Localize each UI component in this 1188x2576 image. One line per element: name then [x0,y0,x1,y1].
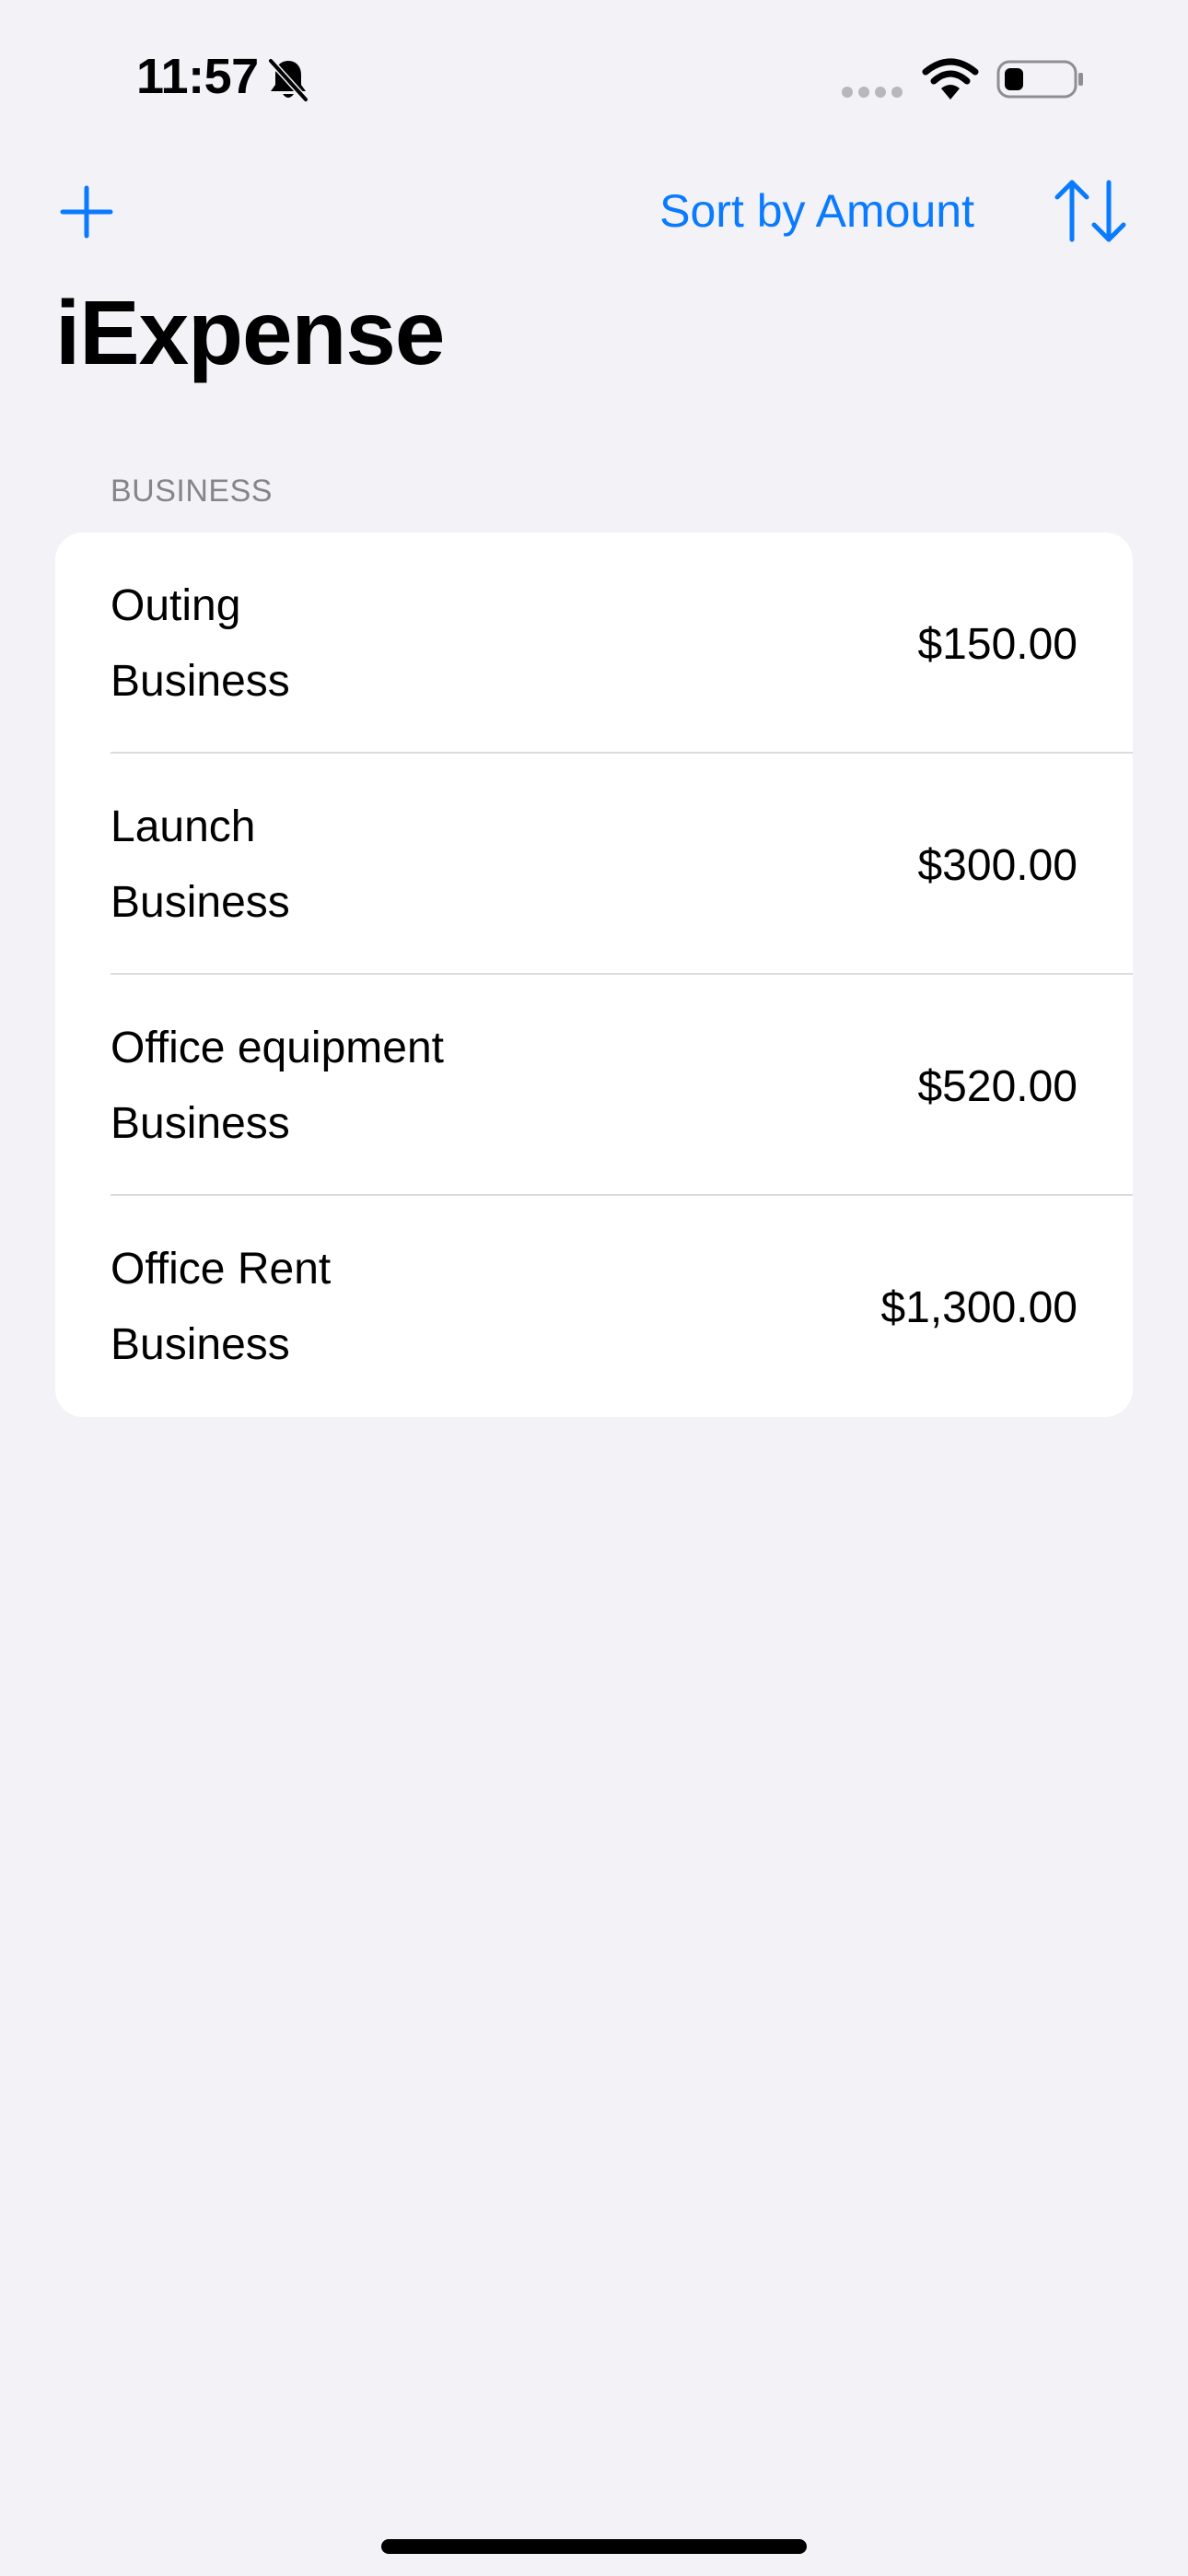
expense-name: Outing [111,581,241,630]
add-expense-button[interactable] [55,181,118,243]
status-bar: 11:57 [0,0,1188,157]
bell-slash-icon [268,58,309,102]
page-title: iExpense [55,282,445,383]
expense-list: Outing Business $150.00 Launch Business … [55,533,1133,1417]
home-indicator[interactable] [381,2539,807,2554]
cellular-icon [842,87,903,98]
list-item[interactable]: Office Rent Business $1,300.00 [55,1196,1133,1417]
expense-name: Launch [111,802,256,851]
list-item[interactable]: Outing Business $150.00 [55,533,1133,754]
expense-name: Office Rent [111,1245,332,1294]
expense-type: Business [111,657,290,706]
wifi-icon [922,58,979,100]
arrow-up-arrow-down-icon[interactable] [1052,177,1129,245]
section-header: BUSINESS [111,474,273,509]
expense-amount: $300.00 [917,841,1077,890]
expense-type: Business [111,1320,290,1369]
expense-type: Business [111,1099,290,1148]
expense-name: Office equipment [111,1024,444,1072]
list-item[interactable]: Launch Business $300.00 [55,754,1133,975]
expense-amount: $520.00 [917,1062,1077,1111]
list-item[interactable]: Office equipment Business $520.00 [55,975,1133,1196]
expense-amount: $150.00 [917,620,1077,669]
sort-by-amount-button[interactable]: Sort by Amount [659,184,974,238]
expense-amount: $1,300.00 [880,1283,1077,1332]
expense-type: Business [111,878,290,927]
battery-icon [996,60,1083,99]
status-time: 11:57 [136,49,259,104]
